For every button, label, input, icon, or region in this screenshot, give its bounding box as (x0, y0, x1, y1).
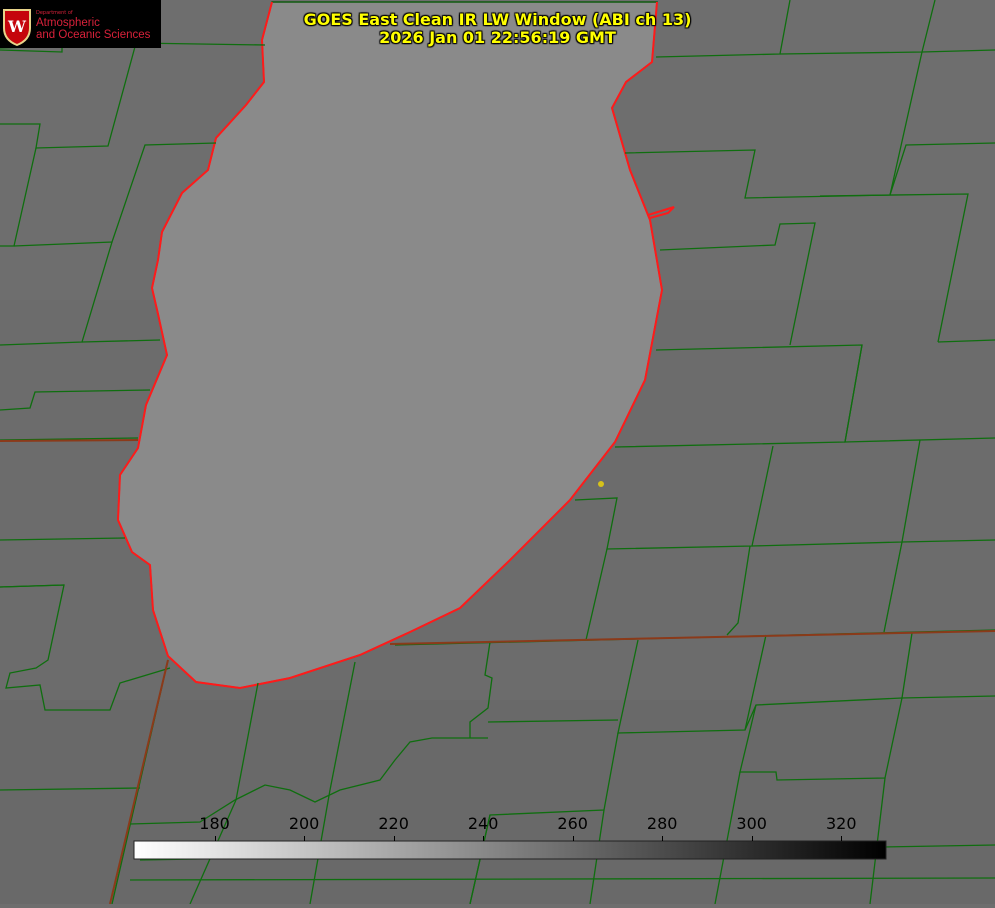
colorbar-tick-label: 240 (467, 814, 499, 833)
title-line1: GOES East Clean IR LW Window (ABI ch 13) (303, 10, 692, 29)
colorbar-tick-mark (751, 836, 753, 841)
colorbar-tick-label: 280 (646, 814, 678, 833)
colorbar-tick-label: 300 (736, 814, 767, 833)
colorbar-tick-mark (304, 836, 306, 841)
colorbar-tick-label: 180 (199, 814, 230, 833)
colorbar (133, 840, 887, 860)
colorbar-tick-mark (841, 836, 843, 841)
colorbar-tick-label: 220 (378, 814, 409, 833)
colorbar-tick-mark (214, 836, 216, 841)
image-title: GOES East Clean IR LW Window (ABI ch 13)… (0, 11, 995, 47)
colorbar-tick-mark (393, 836, 395, 841)
title-line2: 2026 Jan 01 22:56:19 GMT (379, 28, 616, 47)
satellite-image (0, 0, 995, 905)
location-marker (598, 481, 604, 487)
colorbar-tick-mark (483, 836, 485, 841)
colorbar-tick-mark (572, 836, 574, 841)
state-border (0, 439, 139, 442)
colorbar-tick-label: 200 (288, 814, 320, 833)
map-svg (0, 0, 995, 905)
colorbar-tick-mark (662, 836, 664, 841)
colorbar-tick-label: 260 (557, 814, 588, 833)
colorbar-tick-label: 320 (825, 814, 857, 833)
